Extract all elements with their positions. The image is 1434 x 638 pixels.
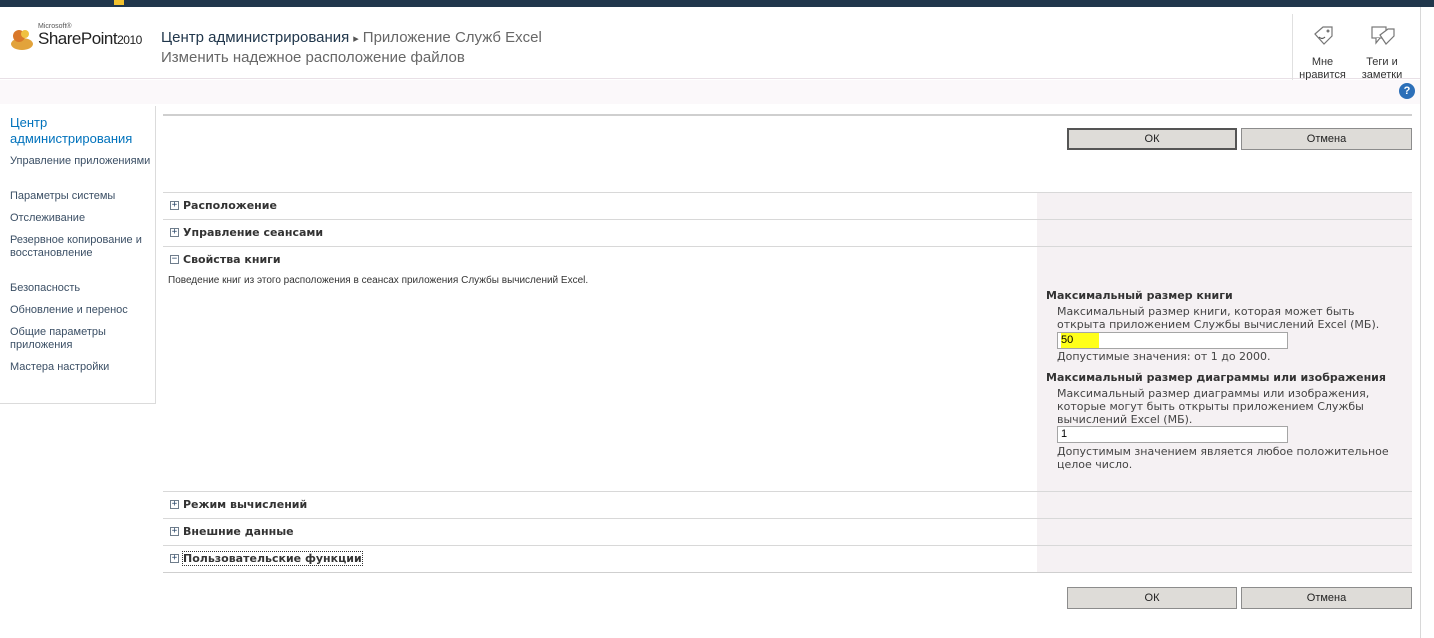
section-sessions-title[interactable]: Управление сеансами — [183, 226, 323, 239]
section-external-data: + Внешние данные — [163, 518, 1412, 545]
page-title: Изменить надежное расположение файлов — [161, 49, 465, 66]
expand-icon[interactable]: + — [170, 554, 179, 563]
book-properties-body: Поведение книг из этого расположения в с… — [163, 247, 1412, 492]
section-udf-panel — [1037, 546, 1412, 572]
cancel-button-bottom[interactable]: Отмена — [1241, 587, 1412, 609]
section-calc-mode-panel — [1037, 492, 1412, 518]
expand-icon[interactable]: + — [170, 500, 179, 509]
expand-icon[interactable]: + — [170, 201, 179, 210]
section-udf-title[interactable]: Пользовательские функции — [182, 551, 363, 566]
ok-button-top[interactable]: ОК — [1067, 128, 1237, 150]
left-navigation: Центр администрирования Управление прило… — [0, 106, 156, 404]
like-label: Мне нравится — [1299, 56, 1346, 81]
logo-product: SharePoint — [38, 29, 118, 48]
section-location-title[interactable]: Расположение — [183, 199, 277, 212]
section-calc-mode: + Режим вычислений — [163, 491, 1412, 518]
breadcrumb-separator-icon: ▸ — [353, 33, 359, 45]
vertical-scrollbar[interactable] — [1420, 7, 1434, 638]
tags-notes-button[interactable]: Теги и заметки — [1352, 14, 1412, 84]
section-external-data-title[interactable]: Внешние данные — [183, 525, 294, 538]
section-location: + Расположение — [163, 192, 1412, 219]
section-udf: + Пользовательские функции — [163, 545, 1412, 572]
section-book-properties-title[interactable]: Свойства книги — [183, 253, 281, 266]
nav-item-upgrade-migration[interactable]: Обновление и перенос — [10, 304, 152, 317]
max-book-size-input[interactable]: 50 — [1057, 332, 1288, 349]
breadcrumb-root-link[interactable]: Центр администрирования — [161, 29, 349, 46]
breadcrumb-current[interactable]: Приложение Служб Excel — [363, 29, 542, 46]
folder-icon[interactable] — [114, 0, 124, 5]
top-ribbon-bar — [0, 0, 1434, 7]
nav-item-security[interactable]: Безопасность — [10, 282, 152, 295]
max-chart-size-input[interactable]: 1 — [1057, 426, 1288, 443]
collapse-icon[interactable]: − — [170, 255, 179, 264]
cancel-button-top[interactable]: Отмена — [1241, 128, 1412, 150]
section-external-data-panel — [1037, 519, 1412, 545]
sharepoint-logo-icon — [11, 30, 33, 50]
expand-icon[interactable]: + — [170, 527, 179, 536]
max-book-size-hint: Допустимые значения: от 1 до 2000. — [1057, 350, 1271, 363]
nav-item-general-settings[interactable]: Общие параметры приложения — [10, 326, 152, 352]
nav-heading-central-admin[interactable]: Центр администрирования — [10, 115, 152, 147]
sharepoint-logo[interactable]: Microsoft® SharePoint2010 — [10, 23, 155, 63]
header: Microsoft® SharePoint2010 Центр админист… — [0, 7, 1434, 84]
logo-year: 2010 — [117, 33, 142, 47]
help-icon[interactable]: ? — [1399, 83, 1415, 99]
nav-item-config-wizards[interactable]: Мастера настройки — [10, 361, 152, 374]
section-sessions-panel — [1037, 220, 1412, 246]
nav-item-system-settings[interactable]: Параметры системы — [10, 190, 152, 203]
section-calc-mode-title[interactable]: Режим вычислений — [183, 498, 307, 511]
max-book-size-value: 50 — [1061, 333, 1100, 348]
max-book-size-label: Максимальный размер книги — [1046, 289, 1233, 302]
expand-icon[interactable]: + — [170, 228, 179, 237]
like-tag-icon — [1314, 26, 1333, 45]
breadcrumb: Центр администрирования ▸ Приложение Служб… — [161, 29, 542, 46]
section-location-panel — [1037, 193, 1412, 219]
max-chart-size-hint: Допустимым значением является любое поло… — [1057, 445, 1389, 471]
max-chart-size-description: Максимальный размер диаграммы или изобра… — [1057, 387, 1370, 426]
logo-product-text: SharePoint2010 — [38, 29, 142, 49]
book-properties-description: Поведение книг из этого расположения в с… — [168, 275, 589, 286]
nav-item-backup-restore[interactable]: Резервное копирование и восстановление — [10, 234, 152, 260]
tags-notes-icon — [1371, 26, 1395, 45]
tags-notes-label: Теги и заметки — [1361, 56, 1403, 81]
max-chart-size-label: Максимальный размер диаграммы или изобра… — [1046, 371, 1386, 384]
section-sessions: + Управление сеансами — [163, 219, 1412, 246]
ok-button-bottom[interactable]: ОК — [1067, 587, 1237, 609]
max-book-size-description: Максимальный размер книги, которая может… — [1057, 305, 1380, 331]
nav-item-app-management[interactable]: Управление приложениями — [10, 155, 152, 168]
status-bar — [0, 80, 1434, 104]
top-divider — [163, 114, 1412, 116]
bottom-divider — [163, 572, 1412, 573]
like-button[interactable]: Мне нравится — [1292, 14, 1352, 84]
nav-item-monitoring[interactable]: Отслеживание — [10, 212, 152, 225]
